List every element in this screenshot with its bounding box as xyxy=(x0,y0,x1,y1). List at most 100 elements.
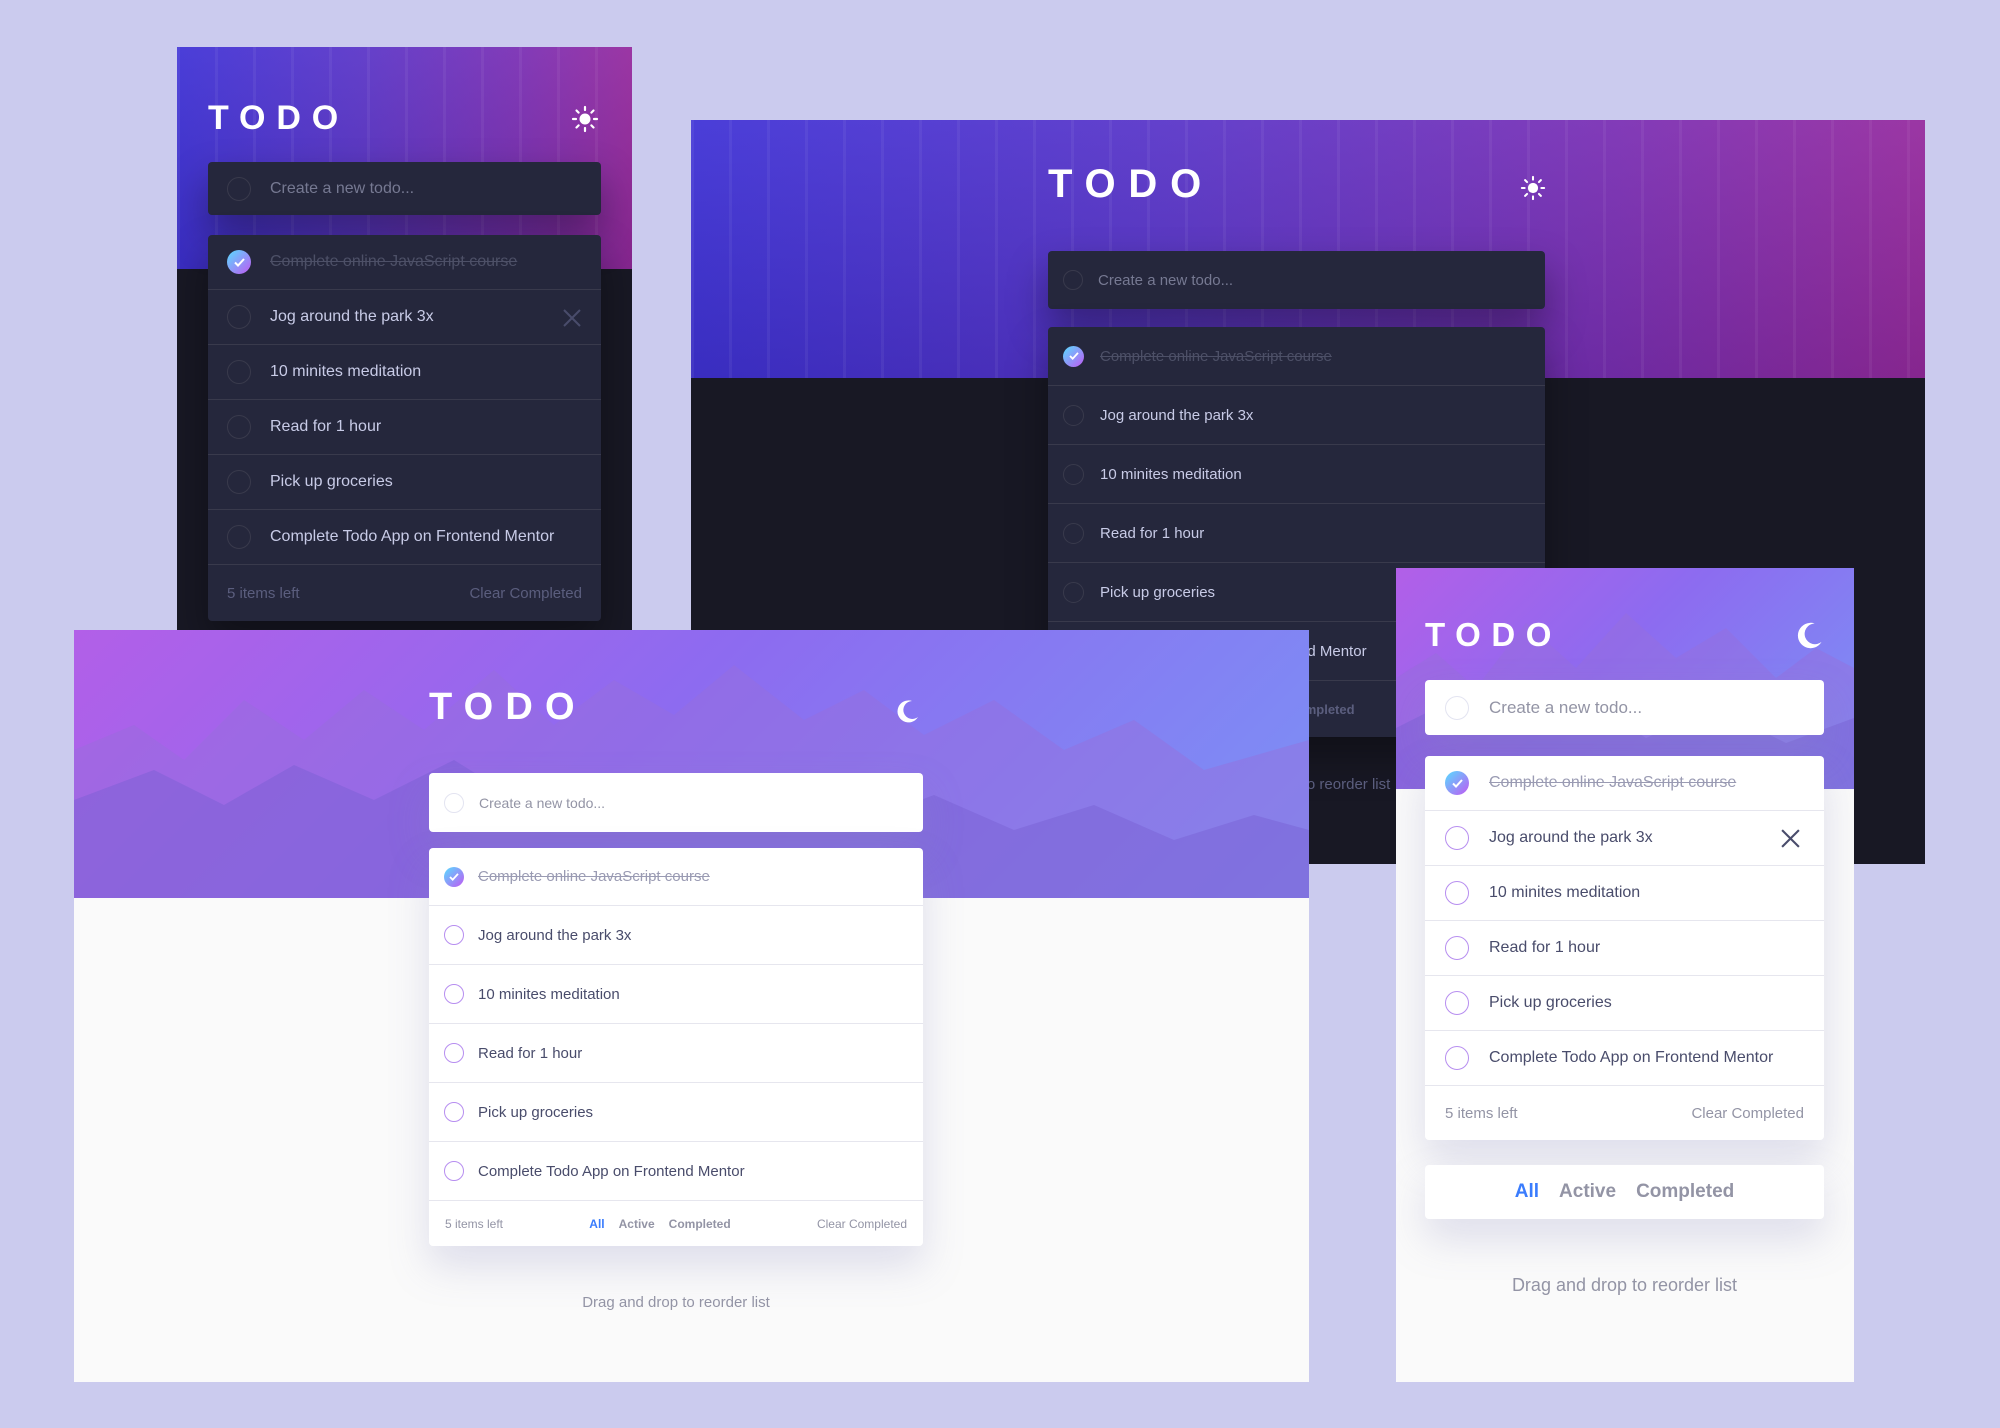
new-todo-circle[interactable] xyxy=(227,176,251,201)
todo-item[interactable]: Jog around the park 3x xyxy=(208,290,601,345)
todo-text: Pick up groceries xyxy=(1489,994,1612,1011)
filter-active[interactable]: Active xyxy=(1559,1181,1616,1203)
todo-text: 10 minites meditation xyxy=(1489,884,1641,901)
check-icon xyxy=(449,872,459,881)
todo-text: Complete online JavaScript course xyxy=(1489,774,1737,791)
filter-all[interactable]: All xyxy=(589,1217,604,1231)
todo-checkbox[interactable] xyxy=(227,415,251,439)
todo-item[interactable]: 10 minites meditation xyxy=(208,345,601,400)
todo-text: Pick up groceries xyxy=(270,473,393,490)
todo-checkbox[interactable] xyxy=(1063,345,1084,367)
new-todo-input[interactable]: Create a new todo... xyxy=(1048,251,1545,309)
todo-text: Pick up groceries xyxy=(478,1103,594,1121)
sun-icon[interactable] xyxy=(1520,175,1546,201)
todo-checkbox[interactable] xyxy=(1445,881,1469,905)
dark-mobile-screenshot: TODO Create a new todo... Complete onlin… xyxy=(177,47,632,632)
todo-item[interactable]: 10 minites meditation xyxy=(429,965,923,1024)
todo-checkbox[interactable] xyxy=(1445,771,1469,795)
sun-icon[interactable] xyxy=(571,105,599,133)
todo-checkbox[interactable] xyxy=(1445,936,1469,960)
drag-hint: Drag and drop to reorder list xyxy=(582,1294,770,1311)
todo-text: Complete Todo App on Frontend Mentor xyxy=(1489,1049,1774,1066)
new-todo-input[interactable]: Create a new todo... xyxy=(1425,680,1824,735)
todo-item[interactable]: Pick up groceries xyxy=(1425,976,1824,1031)
todo-checkbox[interactable] xyxy=(227,305,251,329)
todo-checkbox[interactable] xyxy=(1063,463,1084,485)
todo-item[interactable]: Jog around the park 3x xyxy=(1048,386,1545,445)
app-title: TODO xyxy=(429,686,587,728)
todo-checkbox[interactable] xyxy=(1063,581,1084,603)
todo-checkbox[interactable] xyxy=(227,250,251,274)
todo-item[interactable]: Complete Todo App on Frontend Mentor xyxy=(208,510,601,565)
filter-bar: All Active Completed xyxy=(1425,1165,1824,1219)
drag-hint: Drag and drop to reorder list xyxy=(1511,1275,1738,1295)
filter-group: All Active Completed xyxy=(1515,1181,1735,1203)
new-todo-circle[interactable] xyxy=(1445,695,1469,720)
filter-all[interactable]: All xyxy=(1515,1181,1539,1203)
todo-text: 10 minites meditation xyxy=(270,363,422,380)
items-left-count: 5 items left xyxy=(445,1216,504,1231)
todo-item[interactable]: Read for 1 hour xyxy=(1425,921,1824,976)
todo-text: 10 minites meditation xyxy=(478,985,620,1003)
todo-checkbox[interactable] xyxy=(227,360,251,384)
todo-text: Read for 1 hour xyxy=(1489,939,1601,956)
todo-checkbox[interactable] xyxy=(1063,404,1084,426)
new-todo-placeholder: Create a new todo... xyxy=(1489,697,1643,717)
todo-item[interactable]: Complete Todo App on Frontend Mentor xyxy=(1425,1031,1824,1086)
todo-item[interactable]: Complete online JavaScript course xyxy=(429,848,923,906)
cross-icon[interactable] xyxy=(1780,828,1801,849)
clear-completed-button[interactable]: Clear Completed xyxy=(817,1217,907,1231)
todo-text: Jog around the park 3x xyxy=(478,926,632,944)
todo-item[interactable]: Read for 1 hour xyxy=(429,1024,923,1083)
cross-icon[interactable] xyxy=(562,308,582,328)
todo-checkbox[interactable] xyxy=(227,470,251,494)
filter-completed[interactable]: Completed xyxy=(669,1217,731,1231)
todo-checkbox[interactable] xyxy=(227,525,251,549)
filter-active[interactable]: Active xyxy=(619,1217,655,1231)
todo-text: Pick up groceries xyxy=(1100,583,1216,601)
list-footer: 5 items left Clear Completed xyxy=(1425,1086,1824,1140)
clear-completed-button[interactable]: Clear Completed xyxy=(1691,1105,1804,1122)
todo-item[interactable]: Jog around the park 3x xyxy=(1425,811,1824,866)
todo-text: Read for 1 hour xyxy=(270,418,382,435)
todo-item[interactable]: Pick up groceries xyxy=(429,1083,923,1142)
filter-completed[interactable]: Completed xyxy=(1636,1181,1734,1203)
todo-text: Jog around the park 3x xyxy=(1489,829,1653,846)
new-todo-input[interactable]: Create a new todo... xyxy=(429,773,923,832)
todo-checkbox[interactable] xyxy=(1063,522,1084,544)
new-todo-circle[interactable] xyxy=(1063,270,1083,290)
moon-icon[interactable] xyxy=(1795,620,1825,650)
todo-item[interactable]: Pick up groceries xyxy=(208,455,601,510)
todo-text: Complete online JavaScript course xyxy=(478,868,710,885)
todo-checkbox[interactable] xyxy=(444,984,464,1004)
new-todo-input[interactable]: Create a new todo... xyxy=(208,162,601,215)
todo-checkbox[interactable] xyxy=(1445,991,1469,1015)
todo-item[interactable]: Jog around the park 3x xyxy=(429,906,923,965)
todo-checkbox[interactable] xyxy=(444,866,464,887)
todo-item[interactable]: Complete online JavaScript course xyxy=(208,235,601,290)
todo-item[interactable]: Complete Todo App on Frontend Mentor xyxy=(429,1142,923,1201)
todo-checkbox[interactable] xyxy=(444,925,464,945)
todo-item[interactable]: Complete online JavaScript course xyxy=(1048,327,1545,386)
todo-item[interactable]: Complete online JavaScript course xyxy=(1425,756,1824,811)
todo-item[interactable]: Read for 1 hour xyxy=(208,400,601,455)
todo-checkbox[interactable] xyxy=(1445,826,1469,850)
todo-text: Read for 1 hour xyxy=(478,1044,583,1062)
todo-checkbox[interactable] xyxy=(444,1102,464,1122)
todo-checkbox[interactable] xyxy=(444,1043,464,1063)
todo-text: Jog around the park 3x xyxy=(1100,406,1254,424)
todo-item[interactable]: 10 minites meditation xyxy=(1048,445,1545,504)
todo-checkbox[interactable] xyxy=(444,1161,464,1181)
moon-icon[interactable] xyxy=(895,698,921,724)
todo-text: Read for 1 hour xyxy=(1100,524,1205,542)
new-todo-circle[interactable] xyxy=(444,792,464,813)
check-icon xyxy=(1451,778,1463,788)
todo-list: Complete online JavaScript course Jog ar… xyxy=(429,848,923,1246)
todo-list: Complete online JavaScript course Jog ar… xyxy=(208,235,601,621)
check-icon xyxy=(233,257,245,267)
app-title: TODO xyxy=(1048,162,1215,206)
todo-item[interactable]: Read for 1 hour xyxy=(1048,504,1545,563)
todo-checkbox[interactable] xyxy=(1445,1046,1469,1070)
clear-completed-button[interactable]: Clear Completed xyxy=(469,585,582,602)
todo-item[interactable]: 10 minites meditation xyxy=(1425,866,1824,921)
